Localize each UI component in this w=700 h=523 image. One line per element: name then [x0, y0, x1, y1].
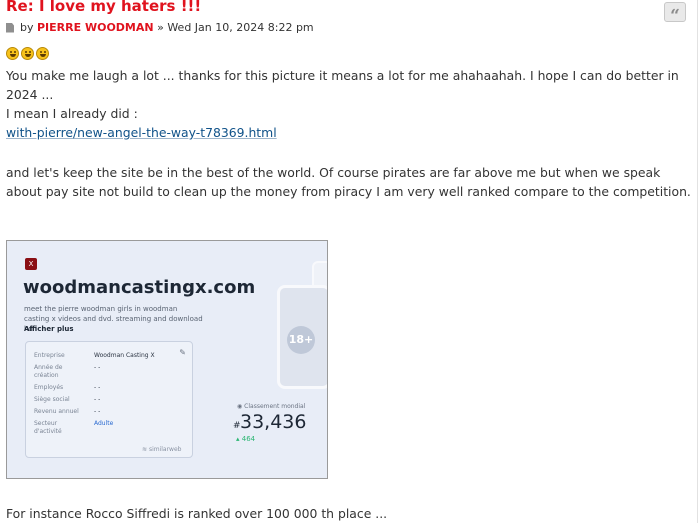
attached-screenshot[interactable]: X woodmancastingx.com meet the pierre wo…	[6, 240, 328, 479]
emoji-row	[6, 47, 49, 60]
post-title[interactable]: Re: I love my haters !!!	[6, 0, 201, 15]
grin-emoji-icon	[6, 47, 19, 60]
quote-button[interactable]: “	[664, 2, 686, 26]
post-paragraph: and let's keep the site be in the best o…	[6, 165, 691, 199]
author-link[interactable]: PIERRE WOODMAN	[37, 21, 154, 34]
site-domain: woodmancastingx.com	[23, 277, 256, 298]
company-info-card: ✎ Entreprise Woodman Casting X Année de c…	[25, 341, 193, 458]
post-paragraph: For instance Rocco Siffredi is ranked ov…	[6, 506, 388, 521]
edit-icon: ✎	[179, 348, 186, 357]
info-row: Revenu annuel - -	[34, 408, 101, 415]
info-row: Secteur d'activité Adulte	[34, 420, 114, 435]
site-logo: X	[25, 258, 37, 270]
info-row: Employés - -	[34, 384, 101, 391]
grin-emoji-icon	[36, 47, 49, 60]
show-more-link: Afficher plus	[24, 325, 74, 333]
post-icon[interactable]	[6, 22, 14, 33]
similarweb-logo: ≋ similarweb	[142, 446, 182, 453]
info-row: Entreprise Woodman Casting X	[34, 352, 155, 359]
post-date: Wed Jan 10, 2024 8:22 pm	[167, 21, 314, 34]
post-link[interactable]: with-pierre/new-angel-the-way-t78369.htm…	[6, 123, 694, 142]
post-paragraph: I mean I already did :	[6, 106, 138, 121]
by-label: by	[20, 21, 34, 34]
info-row: Siège social - -	[34, 396, 101, 403]
info-row: Année de création - -	[34, 364, 101, 379]
post-paragraph: You make me laugh a lot ... thanks for t…	[6, 68, 679, 102]
grin-emoji-icon	[21, 47, 34, 60]
rank-change: ▴ 464	[236, 435, 256, 443]
global-rank-value: 33,436	[240, 411, 307, 433]
post-meta: by PIERRE WOODMAN » Wed Jan 10, 2024 8:2…	[6, 21, 314, 34]
date-separator: »	[157, 21, 164, 34]
rank-label: ◉ Classement mondial	[237, 403, 306, 410]
page-divider	[697, 0, 698, 523]
age-badge: 18+	[287, 326, 315, 354]
